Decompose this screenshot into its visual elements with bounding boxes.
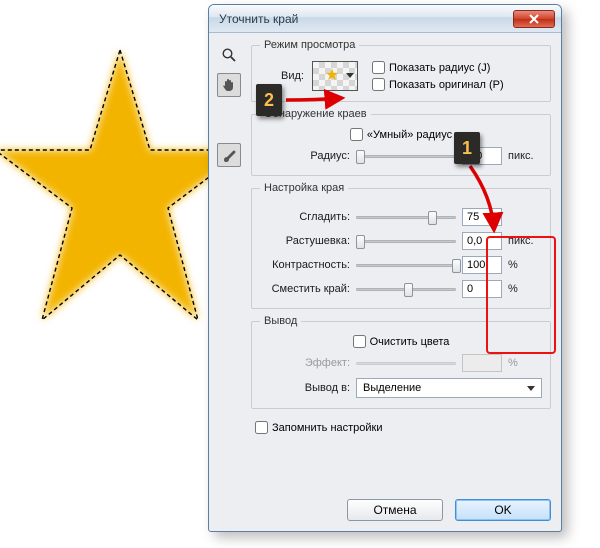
- hand-icon: [221, 77, 237, 93]
- shift-input[interactable]: [462, 280, 502, 298]
- view-swatch[interactable]: ★: [312, 61, 358, 91]
- shift-label: Сместить край:: [260, 283, 350, 295]
- smart-radius-checkbox[interactable]: «Умный» радиус: [350, 128, 452, 141]
- show-radius-input[interactable]: [372, 61, 385, 74]
- show-original-input[interactable]: [372, 78, 385, 91]
- dialog-title: Уточнить край: [219, 12, 298, 26]
- zoom-tool[interactable]: [217, 43, 241, 67]
- feather-label: Растушевка:: [260, 235, 350, 247]
- contrast-slider[interactable]: [356, 258, 456, 272]
- smooth-slider[interactable]: [356, 210, 456, 224]
- output-to-label: Вывод в:: [260, 382, 350, 394]
- effect-slider: [356, 356, 456, 370]
- adjust-legend: Настройка края: [260, 182, 348, 194]
- show-radius-checkbox[interactable]: Показать радиус (J): [372, 61, 542, 74]
- remember-input[interactable]: [255, 421, 268, 434]
- feather-unit: пикс.: [508, 235, 542, 247]
- output-to-select[interactable]: Выделение: [356, 378, 542, 398]
- contrast-label: Контрастность:: [260, 259, 350, 271]
- smart-radius-input[interactable]: [350, 128, 363, 141]
- close-button[interactable]: [513, 10, 555, 28]
- shift-unit: %: [508, 283, 542, 295]
- refine-brush-tool[interactable]: [217, 143, 241, 167]
- contrast-unit: %: [508, 259, 542, 271]
- hand-tool[interactable]: [217, 73, 241, 97]
- edge-detection-group: Обнаружение краев «Умный» радиус Радиус:…: [251, 108, 551, 176]
- adjust-edge-group: Настройка края Сгладить: Растушевка: пик: [251, 182, 551, 309]
- effect-unit: %: [508, 357, 542, 369]
- callout-one: 1: [454, 132, 480, 164]
- feather-input[interactable]: [462, 232, 502, 250]
- shift-slider[interactable]: [356, 282, 456, 296]
- radius-slider[interactable]: [356, 149, 456, 163]
- output-group: Вывод Очистить цвета Эффект: % В: [251, 315, 551, 409]
- titlebar[interactable]: Уточнить край: [209, 5, 561, 33]
- remember-checkbox[interactable]: Запомнить настройки: [255, 421, 551, 434]
- ok-button[interactable]: OK: [455, 499, 551, 521]
- selection-star: [0, 20, 240, 360]
- smooth-label: Сгладить:: [260, 211, 350, 223]
- decontaminate-checkbox[interactable]: Очистить цвета: [353, 335, 450, 348]
- view-label: Вид:: [260, 70, 304, 82]
- brush-icon: [221, 147, 237, 163]
- smooth-input[interactable]: [462, 208, 502, 226]
- effect-label: Эффект:: [260, 357, 350, 369]
- effect-input: [462, 354, 502, 372]
- contrast-input[interactable]: [462, 256, 502, 274]
- view-mode-group: Режим просмотра Вид: ★ Показать радиус (…: [251, 39, 551, 102]
- decontaminate-input[interactable]: [353, 335, 366, 348]
- callout-two: 2: [256, 84, 282, 116]
- feather-slider[interactable]: [356, 234, 456, 248]
- close-icon: [529, 14, 539, 24]
- radius-unit: пикс.: [508, 150, 542, 162]
- show-original-checkbox[interactable]: Показать оригинал (P): [372, 78, 542, 91]
- view-mode-legend: Режим просмотра: [260, 39, 359, 51]
- cancel-button[interactable]: Отмена: [347, 499, 443, 521]
- magnifier-icon: [221, 47, 237, 63]
- star-icon: ★: [325, 68, 339, 84]
- output-legend: Вывод: [260, 315, 301, 327]
- radius-label: Радиус:: [260, 150, 350, 162]
